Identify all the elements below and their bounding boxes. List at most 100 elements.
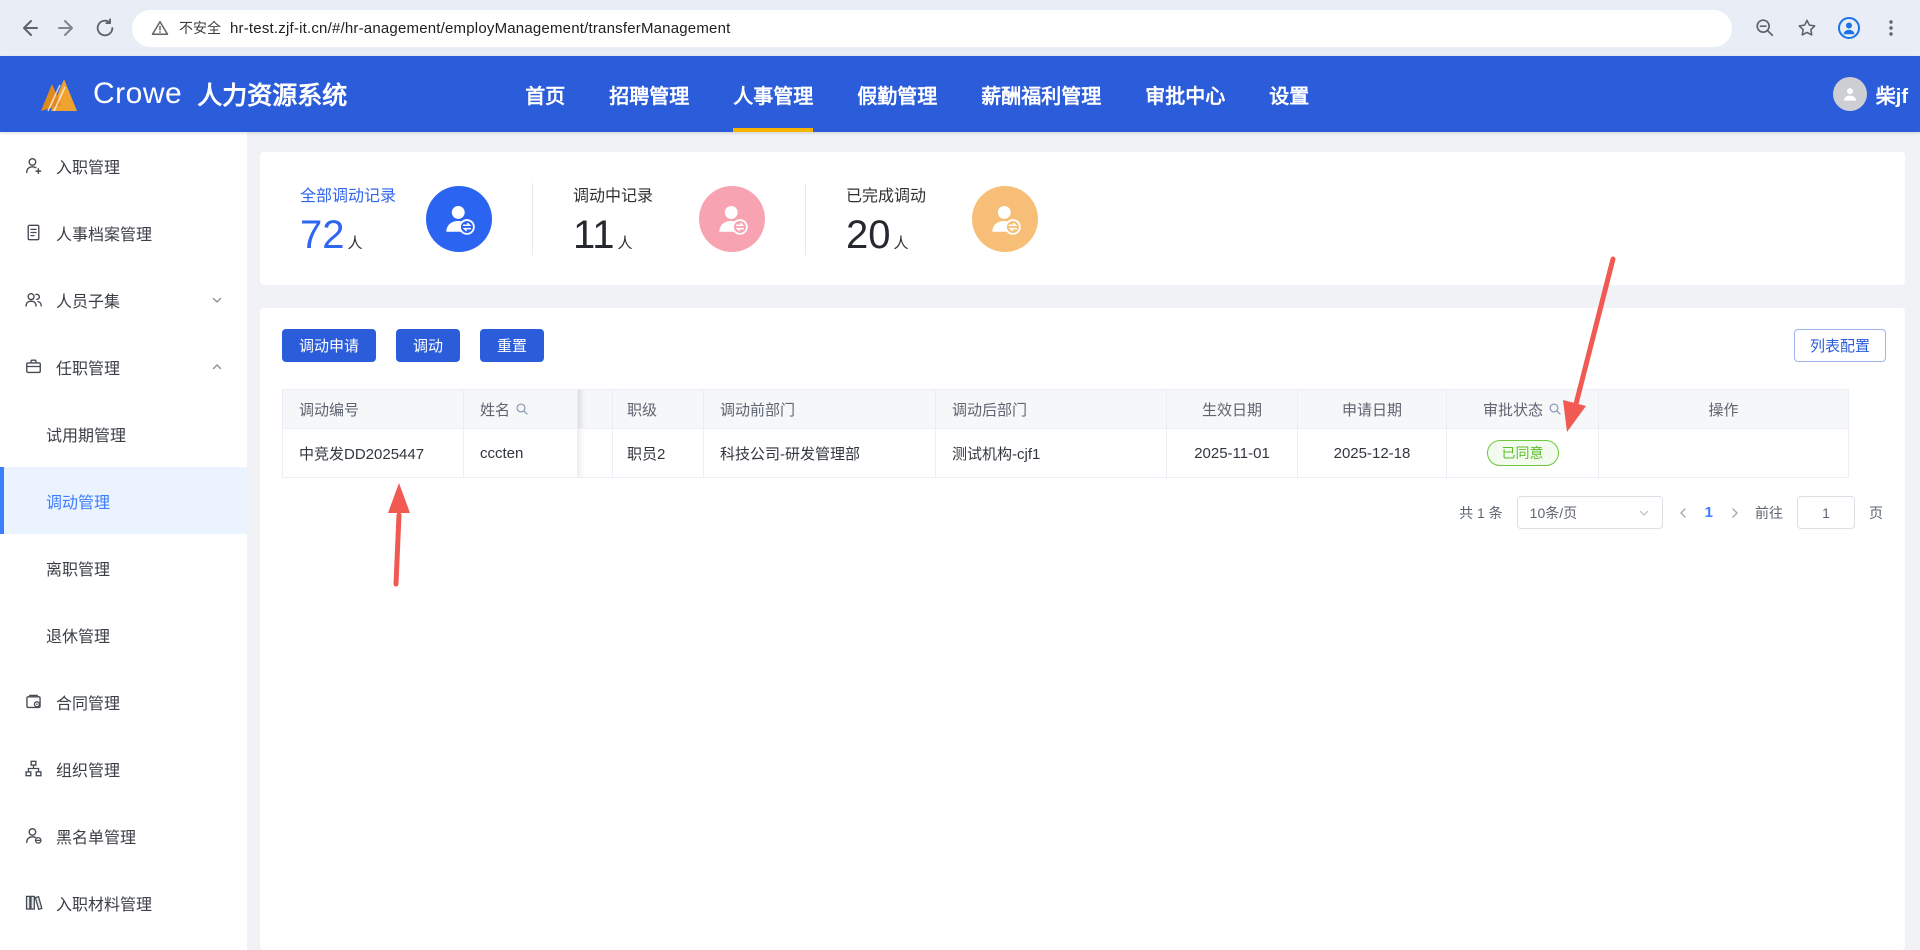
person-minus-icon	[24, 826, 43, 845]
sidebar-item-label: 合同管理	[56, 690, 120, 714]
toolbar: 调动申请 调动 重置	[282, 329, 544, 362]
sidebar-subitem-retirement[interactable]: 退休管理	[0, 601, 247, 668]
pagination: 共 1 条 10条/页 1 前往 页	[1459, 496, 1883, 529]
goto-page-input[interactable]	[1797, 496, 1855, 529]
app-logo: Crowe 人力资源系统	[38, 73, 347, 115]
stat-label: 已完成调动	[846, 182, 926, 206]
zoom-out-icon	[1754, 17, 1776, 39]
browser-back-button[interactable]	[10, 9, 48, 47]
person-transfer-icon	[972, 186, 1038, 252]
total-count-label: 共 1 条	[1459, 503, 1503, 523]
browser-profile-button[interactable]	[1830, 9, 1868, 47]
nav-item-personnel[interactable]: 人事管理	[733, 56, 813, 132]
cell-fixed-gap	[578, 429, 613, 478]
sidebar-item-position-management[interactable]: 任职管理	[0, 333, 247, 400]
cell-rank: 职员2	[613, 429, 704, 478]
sidebar-item-label: 入职材料管理	[56, 891, 152, 915]
stat-all-transfers: 全部调动记录 72人	[260, 152, 532, 285]
sidebar-item-contract[interactable]: 合同管理	[0, 668, 247, 735]
user-name: 柴jf	[1876, 80, 1908, 109]
reset-button[interactable]: 重置	[480, 329, 544, 362]
sidebar-subitem-probation[interactable]: 试用期管理	[0, 400, 247, 467]
not-secure-warning-icon	[150, 18, 170, 38]
stat-unit: 人	[894, 235, 909, 252]
contract-icon	[24, 692, 43, 711]
cell-dept-before: 科技公司-研发管理部	[704, 429, 936, 478]
browser-toolbar: 不安全 hr-test.zjf-it.cn/#/hr-anagement/emp…	[0, 0, 1920, 56]
browser-forward-button[interactable]	[48, 9, 86, 47]
person-transfer-icon	[426, 186, 492, 252]
user-menu[interactable]: 柴jf	[1833, 56, 1908, 132]
search-icon[interactable]	[515, 402, 529, 416]
chevron-left-icon	[1677, 506, 1689, 520]
address-bar[interactable]: 不安全 hr-test.zjf-it.cn/#/hr-anagement/emp…	[132, 10, 1732, 47]
browser-reload-button[interactable]	[86, 9, 124, 47]
sidebar-subitem-resignation[interactable]: 离职管理	[0, 534, 247, 601]
sidebar-item-organization[interactable]: 组织管理	[0, 735, 247, 802]
crowe-logo-icon	[38, 73, 80, 115]
stat-value: 11人	[573, 215, 653, 255]
nav-item-recruitment[interactable]: 招聘管理	[609, 56, 689, 132]
sidebar-item-label: 人员子集	[56, 288, 120, 312]
sidebar-item-onboarding[interactable]: 入职管理	[0, 132, 247, 199]
profile-icon	[1836, 15, 1862, 41]
col-actions: 操作	[1599, 390, 1849, 429]
sidebar-item-label: 人事档案管理	[56, 221, 152, 245]
nav-item-attendance[interactable]: 假勤管理	[857, 56, 937, 132]
document-icon	[24, 223, 43, 242]
people-icon	[24, 290, 43, 309]
stat-in-progress: 调动中记录 11人	[533, 152, 805, 285]
next-page-button[interactable]	[1729, 506, 1741, 520]
stat-completed: 已完成调动 20人	[806, 152, 1078, 285]
brand-name: Crowe	[93, 77, 182, 111]
search-icon[interactable]	[1548, 402, 1562, 416]
top-nav: 首页 招聘管理 人事管理 假勤管理 薪酬福利管理 审批中心 设置	[525, 56, 1309, 132]
current-page[interactable]: 1	[1703, 504, 1715, 521]
col-fixed-gap	[578, 390, 613, 429]
transfer-button[interactable]: 调动	[396, 329, 460, 362]
stat-label: 全部调动记录	[300, 182, 396, 206]
nav-item-settings[interactable]: 设置	[1269, 56, 1309, 132]
sidebar-item-label: 入职管理	[56, 154, 120, 178]
back-icon	[17, 16, 41, 40]
books-icon	[24, 893, 43, 912]
user-icon	[1840, 84, 1860, 104]
sidebar-subitem-transfer[interactable]: 调动管理	[0, 467, 247, 534]
page-size-select[interactable]: 10条/页	[1517, 496, 1663, 529]
stat-unit: 人	[348, 235, 363, 252]
col-effective-date: 生效日期	[1167, 390, 1298, 429]
briefcase-icon	[24, 357, 43, 376]
cell-actions	[1599, 429, 1849, 478]
col-dept-after: 调动后部门	[936, 390, 1167, 429]
browser-menu-button[interactable]	[1872, 9, 1910, 47]
stat-label: 调动中记录	[573, 182, 653, 206]
sidebar: 入职管理 人事档案管理 人员子集 任职管理 试用期管理 调动管理 离职管理 退休…	[0, 132, 247, 950]
sidebar-item-personnel-subset[interactable]: 人员子集	[0, 266, 247, 333]
col-dept-before: 调动前部门	[704, 390, 936, 429]
zoom-out-indicator-button[interactable]	[1746, 9, 1784, 47]
sidebar-item-personnel-files[interactable]: 人事档案管理	[0, 199, 247, 266]
chevron-down-icon	[211, 294, 223, 306]
stat-value: 72人	[300, 215, 396, 255]
status-badge: 已同意	[1487, 440, 1559, 467]
nav-item-compensation[interactable]: 薪酬福利管理	[981, 56, 1101, 132]
col-name: 姓名	[464, 390, 578, 429]
col-apply-date: 申请日期	[1298, 390, 1447, 429]
sidebar-item-onboarding-materials[interactable]: 入职材料管理	[0, 869, 247, 936]
nav-item-approval-center[interactable]: 审批中心	[1145, 56, 1225, 132]
prev-page-button[interactable]	[1677, 506, 1689, 520]
list-config-button[interactable]: 列表配置	[1794, 329, 1886, 362]
col-approval-status: 审批状态	[1447, 390, 1599, 429]
sidebar-item-label: 任职管理	[56, 355, 120, 379]
table-header-row: 调动编号 姓名 职级 调动前部门 调动后部门 生效日期 申请日期 审批状态	[283, 390, 1849, 429]
col-rank: 职级	[613, 390, 704, 429]
forward-icon	[55, 16, 79, 40]
star-icon	[1796, 17, 1818, 39]
sidebar-item-blacklist[interactable]: 黑名单管理	[0, 802, 247, 869]
bookmark-button[interactable]	[1788, 9, 1826, 47]
avatar	[1833, 77, 1867, 111]
url-text: hr-test.zjf-it.cn/#/hr-anagement/employM…	[230, 20, 731, 37]
col-transfer-id: 调动编号	[283, 390, 464, 429]
transfer-apply-button[interactable]: 调动申请	[282, 329, 376, 362]
nav-item-home[interactable]: 首页	[525, 56, 565, 132]
